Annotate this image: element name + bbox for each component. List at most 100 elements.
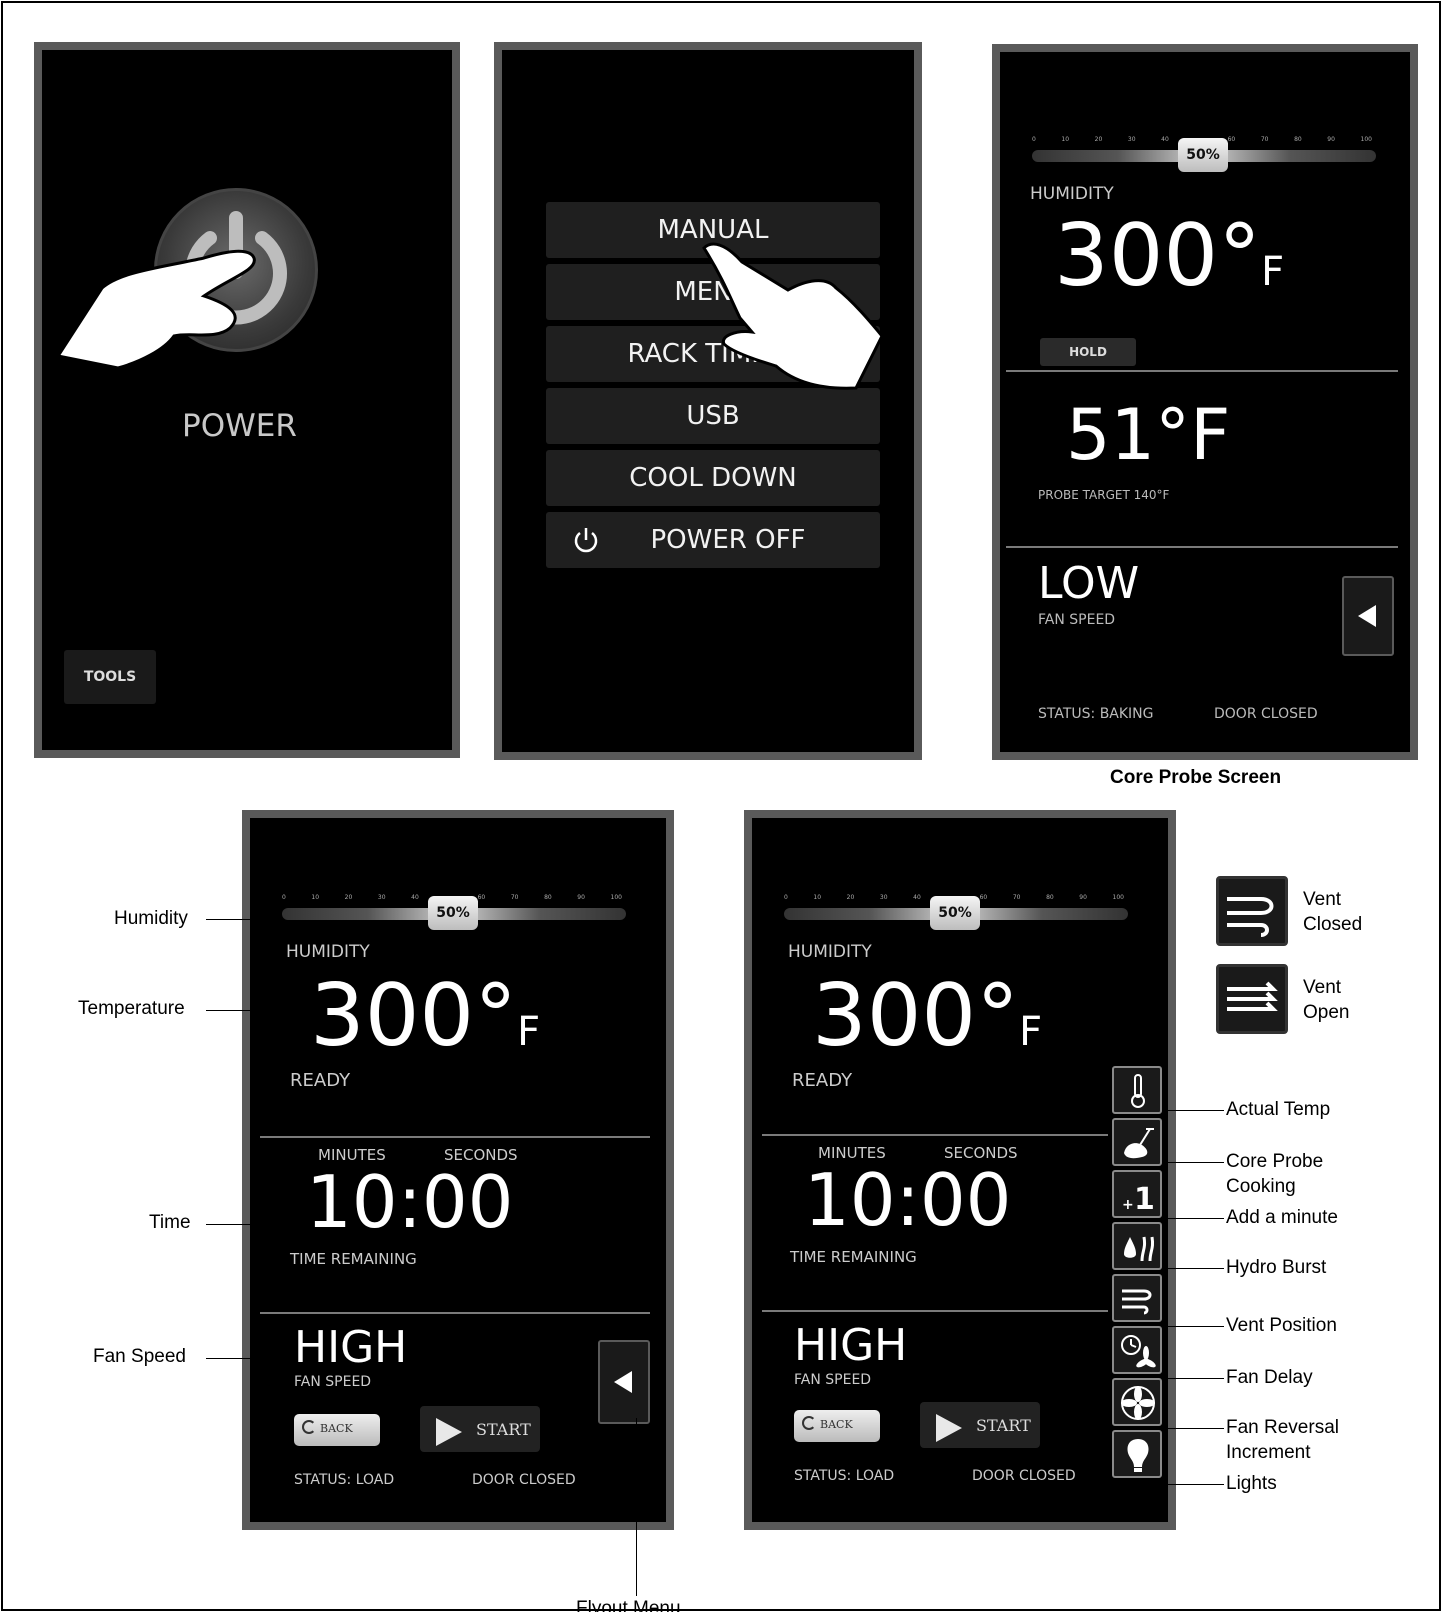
leader-line (1162, 1378, 1224, 1379)
leader-line (1162, 1428, 1224, 1429)
temperature-unit: F (517, 1009, 541, 1055)
fan-speed-value[interactable]: HIGH (794, 1320, 907, 1371)
hydro-burst-icon (1124, 1236, 1155, 1262)
probe-temperature[interactable]: 51°F (1066, 394, 1230, 476)
tick-label: 100 (1360, 136, 1372, 143)
hand-pointer-icon (55, 249, 256, 370)
legend-vent-open-line2: Open (1303, 1002, 1350, 1023)
fan-speed-label: FAN SPEED (1038, 612, 1116, 628)
annotation-fan-reversal-line1: Fan Reversal (1226, 1417, 1339, 1438)
play-icon (436, 1418, 462, 1446)
core-probe-screen: 0 10 20 30 40 50 60 70 80 90 100 50% HUM… (992, 44, 1418, 760)
start-button[interactable]: START (920, 1402, 1040, 1448)
temperature-display[interactable]: 300°F (310, 966, 540, 1066)
vent-icon (1227, 897, 1274, 937)
fan-reversal-button[interactable] (1112, 1378, 1162, 1426)
humidity-label: HUMIDITY (286, 942, 370, 962)
leader-line (1162, 1326, 1224, 1327)
annotation-vent-position: Vent Position (1226, 1315, 1337, 1336)
meat-probe-icon (1124, 1128, 1154, 1159)
vent-position-button[interactable] (1112, 1274, 1162, 1322)
tick-label: 10 (813, 894, 822, 901)
time-display[interactable]: 10:00 (306, 1160, 514, 1244)
leader-line (1162, 1110, 1224, 1111)
tick-label: 80 (544, 894, 552, 901)
tick-label: 60 (477, 894, 486, 901)
tick-label: 0 (784, 894, 788, 901)
annotation-hydro-burst: Hydro Burst (1226, 1257, 1327, 1278)
back-button[interactable]: BACK (294, 1414, 380, 1446)
time-display[interactable]: 10:00 (804, 1158, 1012, 1242)
humidity-slider-thumb[interactable]: 50% (428, 896, 478, 930)
humidity-slider-thumb[interactable]: 50% (930, 896, 980, 930)
tick-label: 80 (1294, 136, 1302, 143)
tick-label: 40 (1161, 136, 1169, 143)
vent-icon (1122, 1289, 1152, 1315)
add-minute-button[interactable]: +1 (1112, 1170, 1162, 1218)
section-divider (260, 1136, 650, 1138)
annotation-fan-reversal-line2: Increment (1226, 1442, 1311, 1463)
door-status: DOOR CLOSED (972, 1468, 1076, 1484)
time-remaining-label: TIME REMAINING (790, 1248, 917, 1266)
tick-label: 70 (1260, 136, 1269, 143)
ready-label: READY (290, 1070, 351, 1091)
back-button[interactable]: BACK (794, 1410, 880, 1442)
tick-label: 20 (846, 894, 855, 901)
start-button[interactable]: START (420, 1406, 540, 1452)
temperature-value: 300° (812, 966, 1020, 1066)
svg-text:+: + (1122, 1197, 1134, 1213)
tick-label: 20 (1094, 136, 1103, 143)
menu-item-label: USB (686, 401, 740, 431)
annotation-core-probe-line2: Cooking (1226, 1176, 1296, 1197)
hydro-burst-button[interactable] (1112, 1222, 1162, 1270)
menu-item-cool-down[interactable]: COOL DOWN (546, 450, 880, 506)
tick-label: 70 (510, 894, 519, 901)
annotation-core-probe-line1: Core Probe (1226, 1151, 1324, 1172)
temperature-value: 300° (1054, 206, 1262, 306)
annotation-fan-delay: Fan Delay (1226, 1367, 1313, 1388)
tick-label: 40 (913, 894, 921, 901)
light-bulb-icon (1127, 1439, 1149, 1472)
tick-label: 60 (979, 894, 988, 901)
humidity-label: HUMIDITY (788, 942, 872, 962)
actual-temp-button[interactable] (1112, 1066, 1162, 1114)
tick-label: 100 (1112, 894, 1124, 901)
menu-item-power-off[interactable]: POWER OFF (546, 512, 880, 568)
annotation-add-minute: Add a minute (1226, 1207, 1338, 1228)
door-status: DOOR CLOSED (472, 1472, 576, 1488)
annotation-humidity: Humidity (114, 908, 188, 929)
annotation-flyout-menu: Flyout Menu (576, 1598, 681, 1612)
temperature-display[interactable]: 300°F (1054, 206, 1284, 306)
tick-label: 40 (411, 894, 419, 901)
svg-text:1: 1 (1134, 1182, 1155, 1215)
temperature-display[interactable]: 300°F (812, 966, 1042, 1066)
lights-button[interactable] (1112, 1430, 1162, 1478)
tick-label: 60 (1227, 136, 1236, 143)
core-probe-button[interactable] (1112, 1118, 1162, 1166)
fan-delay-icon (1121, 1335, 1156, 1368)
annotation-actual-temp: Actual Temp (1226, 1099, 1331, 1120)
back-label: BACK (820, 1418, 853, 1431)
back-icon (302, 1420, 316, 1434)
fan-speed-value[interactable]: HIGH (294, 1322, 407, 1373)
tick-label: 30 (1127, 136, 1136, 143)
tools-button[interactable]: TOOLS (64, 650, 156, 704)
tick-label: 10 (1061, 136, 1070, 143)
status-text: STATUS: LOAD (794, 1468, 895, 1484)
tick-label: 30 (879, 894, 888, 901)
ready-label: READY (792, 1070, 853, 1091)
tick-label: 20 (344, 894, 353, 901)
hold-button[interactable]: HOLD (1040, 338, 1136, 366)
humidity-slider-thumb[interactable]: 50% (1178, 138, 1228, 172)
legend-vent-open-line1: Vent (1303, 977, 1342, 998)
flyout-arrow-icon[interactable] (598, 1340, 650, 1424)
fan-delay-button[interactable] (1112, 1326, 1162, 1374)
flyout-arrow-icon[interactable] (1342, 576, 1394, 656)
time-remaining-label: TIME REMAINING (290, 1250, 417, 1268)
fan-speed-value[interactable]: LOW (1038, 558, 1139, 609)
status-text: STATUS: LOAD (294, 1472, 395, 1488)
annotation-time: Time (149, 1212, 191, 1233)
vent-open-legend (1216, 964, 1288, 1034)
annotation-lights: Lights (1226, 1473, 1277, 1494)
leader-line (1162, 1484, 1224, 1485)
